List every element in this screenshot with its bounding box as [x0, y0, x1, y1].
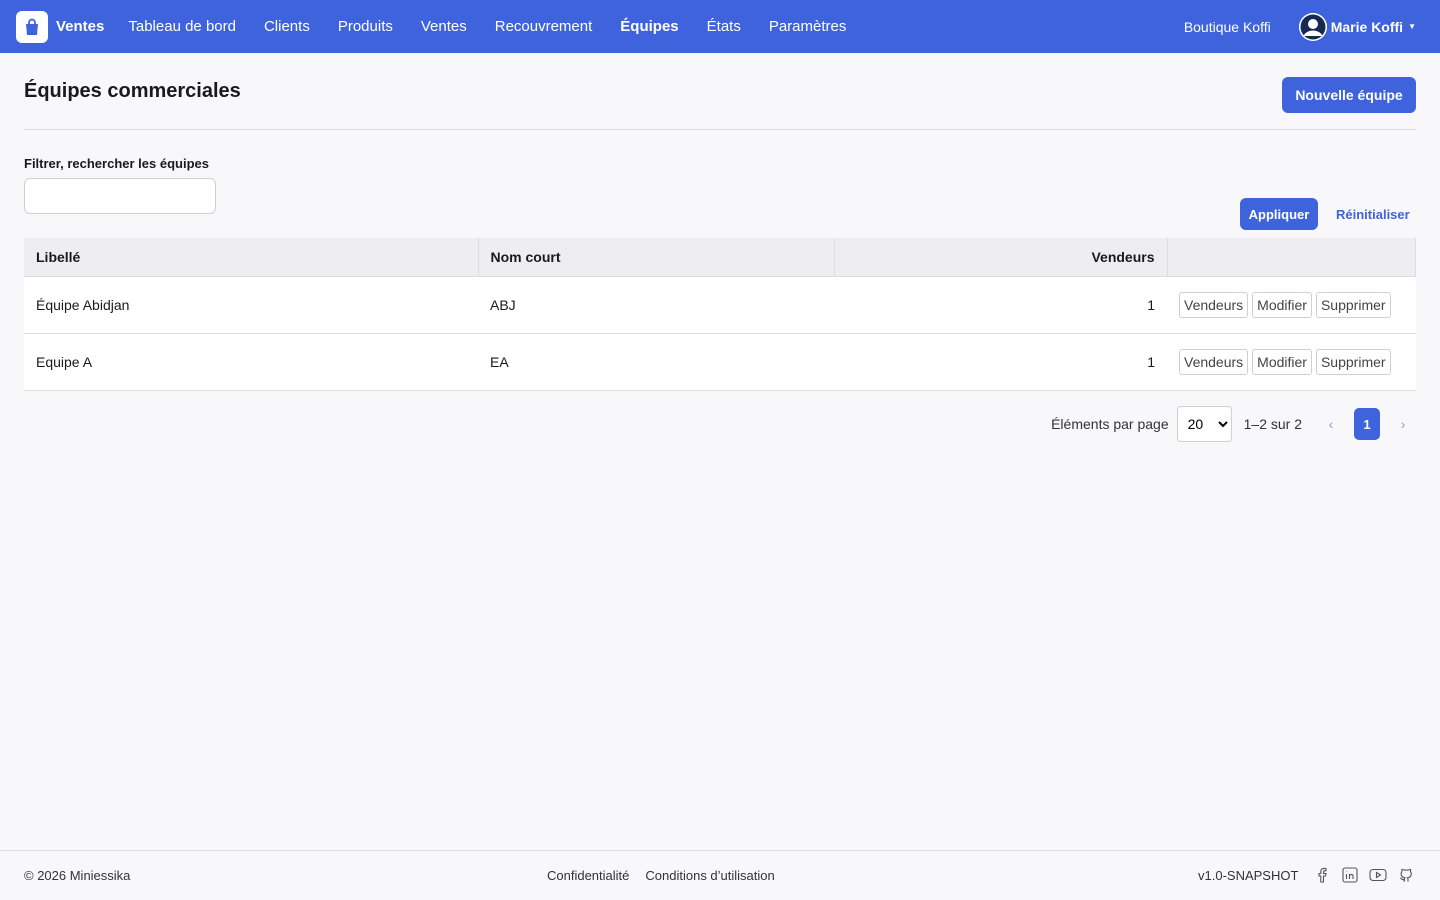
- page-title: Équipes commerciales: [24, 80, 241, 102]
- column-header-short-name[interactable]: Nom court: [478, 238, 835, 277]
- cell-label: Équipe Abidjan: [24, 276, 478, 334]
- nav-item-reports[interactable]: États: [707, 18, 741, 35]
- apply-button[interactable]: Appliquer: [1240, 198, 1318, 230]
- reset-button[interactable]: Réinitialiser: [1326, 198, 1420, 230]
- table-header-row: Libellé Nom court Vendeurs: [24, 238, 1416, 277]
- teams-table: Libellé Nom court Vendeurs Équipe Abidja…: [24, 238, 1416, 391]
- app-version: v1.0-SNAPSHOT: [1198, 868, 1299, 883]
- column-header-label[interactable]: Libellé: [24, 238, 479, 277]
- user-menu[interactable]: Marie Koffi ▼: [1298, 12, 1416, 41]
- per-page-select[interactable]: 20: [1176, 406, 1232, 442]
- linkedin-icon[interactable]: [1340, 865, 1360, 885]
- nav-item-settings[interactable]: Paramètres: [769, 18, 847, 35]
- sellers-button[interactable]: Vendeurs: [1179, 348, 1249, 375]
- avatar-icon: [1298, 12, 1327, 41]
- main-nav: Tableau de bord Clients Produits Ventes …: [114, 18, 860, 35]
- table-row: Equipe A EA 1 Vendeurs Modifier Supprime…: [24, 333, 1416, 391]
- nav-item-dashboard[interactable]: Tableau de bord: [128, 18, 236, 35]
- brand[interactable]: Ventes: [16, 10, 114, 43]
- cell-actions: Vendeurs Modifier Supprimer: [1167, 276, 1416, 334]
- pagination: Éléments par page 20 1–2 sur 2 ‹ 1 ›: [1051, 406, 1416, 442]
- cell-label: Equipe A: [24, 333, 478, 391]
- edit-button[interactable]: Modifier: [1252, 348, 1312, 375]
- cell-short-name: EA: [478, 333, 834, 391]
- social-links: [1312, 865, 1416, 885]
- table-row: Équipe Abidjan ABJ 1 Vendeurs Modifier S…: [24, 276, 1416, 334]
- next-page-icon[interactable]: ›: [1390, 416, 1416, 432]
- sellers-button[interactable]: Vendeurs: [1179, 291, 1249, 318]
- topbar-right: Boutique Koffi Marie Koffi ▼: [1184, 0, 1416, 53]
- nav-item-sales[interactable]: Ventes: [421, 18, 467, 35]
- filter-label: Filtrer, rechercher les équipes: [24, 156, 209, 171]
- footer: © 2026 Miniessika Confidentialité Condit…: [0, 850, 1440, 900]
- facebook-icon[interactable]: [1312, 865, 1332, 885]
- shopping-bag-icon: [16, 10, 48, 43]
- privacy-link[interactable]: Confidentialité: [547, 868, 629, 883]
- header-divider: [24, 129, 1416, 130]
- nav-item-clients[interactable]: Clients: [264, 18, 310, 35]
- previous-page-icon[interactable]: ‹: [1318, 416, 1344, 432]
- user-name: Marie Koffi: [1330, 18, 1404, 35]
- nav-item-products[interactable]: Produits: [338, 18, 393, 35]
- cell-sellers: 1: [834, 333, 1167, 391]
- delete-button[interactable]: Supprimer: [1315, 291, 1391, 318]
- nav-item-teams[interactable]: Équipes: [620, 18, 678, 35]
- shop-selector[interactable]: Boutique Koffi: [1184, 19, 1271, 35]
- app-name: Ventes: [56, 18, 105, 35]
- column-header-sellers[interactable]: Vendeurs: [834, 238, 1168, 277]
- edit-button[interactable]: Modifier: [1252, 291, 1312, 318]
- top-navbar: Ventes Tableau de bord Clients Produits …: [0, 0, 1440, 53]
- caret-down-icon: ▼: [1408, 22, 1416, 31]
- per-page-label: Éléments par page: [1051, 416, 1169, 432]
- cell-short-name: ABJ: [478, 276, 834, 334]
- github-icon[interactable]: [1396, 865, 1416, 885]
- youtube-icon[interactable]: [1368, 865, 1388, 885]
- column-header-actions: [1167, 238, 1416, 277]
- delete-button[interactable]: Supprimer: [1315, 348, 1391, 375]
- new-team-button[interactable]: Nouvelle équipe: [1282, 77, 1416, 113]
- terms-link[interactable]: Conditions d’utilisation: [645, 868, 774, 883]
- cell-sellers: 1: [834, 276, 1167, 334]
- cell-actions: Vendeurs Modifier Supprimer: [1167, 333, 1416, 391]
- footer-links: Confidentialité Conditions d’utilisation: [547, 868, 775, 883]
- filter-input[interactable]: [24, 178, 216, 214]
- pagination-range: 1–2 sur 2: [1243, 416, 1302, 432]
- copyright: © 2026 Miniessika: [24, 868, 131, 883]
- nav-item-recovery[interactable]: Recouvrement: [495, 18, 593, 35]
- page-button-current[interactable]: 1: [1354, 408, 1380, 440]
